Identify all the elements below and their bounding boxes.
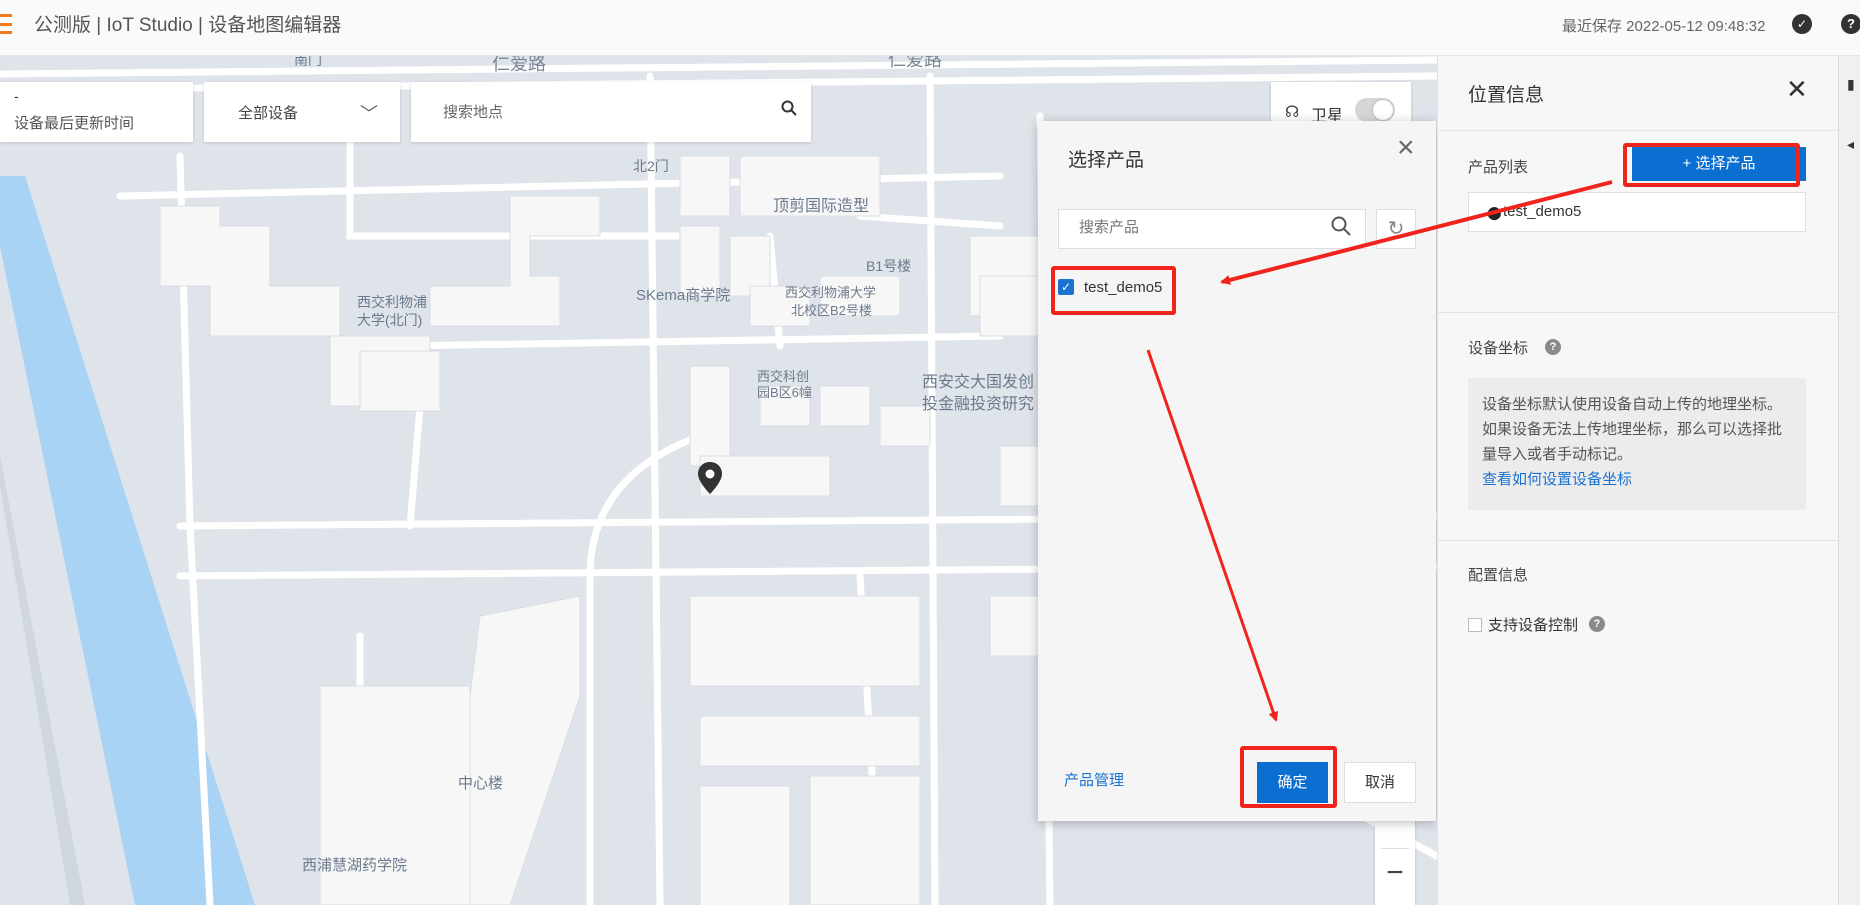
map-label-poi: 西浦慧湖药学院 — [302, 857, 408, 874]
search-icon[interactable] — [781, 100, 797, 121]
device-update-time-filter[interactable]: - 设备最后更新时间 — [0, 82, 193, 142]
satellite-icon: ☊ — [1285, 104, 1300, 121]
map-label-poi: 中心楼 — [458, 775, 504, 792]
map-label-poi: 西交利物浦大学 — [785, 285, 877, 300]
map-label-poi: 北校区B2号楼 — [791, 303, 872, 318]
map-label-poi: 西安交大国发创 — [922, 374, 1035, 391]
refresh-icon[interactable]: ↻ — [1376, 209, 1416, 249]
top-bar: 公测版 | IoT Studio | 设备地图编辑器 最近保存 2022-05-… — [0, 0, 1860, 56]
selected-product-tag[interactable]: ⬤ test_demo5 — [1468, 192, 1806, 232]
panel-toggle-icon[interactable]: ▮ — [1847, 76, 1855, 93]
device-location-pin-icon[interactable] — [698, 462, 722, 494]
question-icon[interactable]: ? — [1545, 339, 1561, 355]
app-title: 公测版 | IoT Studio | 设备地图编辑器 — [34, 15, 342, 36]
time-filter-label: 设备最后更新时间 — [14, 115, 135, 132]
panel-toggle-icon[interactable]: ◂ — [1847, 136, 1854, 153]
panel-title: 位置信息 — [1468, 85, 1545, 106]
map-label-poi: 西交利物浦 — [357, 294, 427, 310]
satellite-toggle[interactable] — [1355, 98, 1395, 122]
zoom-out-button[interactable]: − — [1375, 856, 1415, 890]
dialog-title: 选择产品 — [1068, 150, 1145, 171]
help-icon[interactable]: ? — [1841, 14, 1860, 34]
coord-help-link[interactable]: 查看如何设置设备坐标 — [1482, 467, 1792, 492]
config-info-label: 配置信息 — [1468, 567, 1529, 584]
support-control-checkbox[interactable]: 支持设备控制 — [1468, 614, 1578, 635]
location-pin-icon: ⬤ — [1487, 205, 1502, 220]
menu-icon[interactable] — [0, 14, 14, 34]
close-icon[interactable]: ✕ — [1786, 76, 1808, 102]
location-search[interactable] — [411, 82, 811, 142]
coord-info-text: 量导入或者手动标记。 — [1482, 446, 1633, 463]
annotation-highlight — [1623, 143, 1800, 187]
device-filter-value: 全部设备 — [238, 105, 299, 122]
map-label-poi: 顶剪国际造型 — [773, 198, 870, 215]
annotation-highlight — [1240, 746, 1337, 808]
close-icon[interactable]: × — [1397, 133, 1415, 163]
map-label-poi: SKema商学院 — [636, 287, 731, 304]
map-label-south-gate: 南门 — [294, 56, 322, 68]
save-check-icon[interactable]: ✓ — [1792, 14, 1812, 34]
product-list-label: 产品列表 — [1468, 159, 1529, 176]
time-filter-value: - — [14, 88, 19, 104]
map-label-poi: 园B区6幢 — [757, 385, 812, 400]
coord-info-text: 如果设备无法上传地理坐标，那么可以选择批 — [1482, 421, 1783, 438]
question-icon[interactable]: ? — [1589, 616, 1605, 632]
annotation-highlight — [1051, 266, 1176, 315]
map-label-poi: B1号楼 — [866, 258, 912, 274]
coord-info-text: 设备坐标默认使用设备自动上传的地理坐标。 — [1482, 396, 1783, 413]
save-status: 最近保存 2022-05-12 09:48:32 — [1562, 18, 1766, 35]
cancel-button[interactable]: 取消 — [1344, 762, 1416, 803]
map-label-poi: 投金融投资研究 — [922, 396, 1035, 413]
device-coord-label: 设备坐标 — [1468, 340, 1529, 357]
map-label-poi: 大学(北门) — [357, 312, 423, 328]
map-label-north-gate: 北2门 — [633, 158, 669, 174]
chevron-down-icon: ﹀ — [360, 104, 378, 124]
location-search-input[interactable] — [443, 100, 763, 124]
device-filter-select[interactable]: 全部设备 ﹀ — [204, 82, 400, 142]
right-edge-toolbar: ▮ ◂ — [1838, 56, 1860, 905]
product-manage-link[interactable]: 产品管理 — [1064, 769, 1124, 790]
search-icon[interactable] — [1331, 216, 1351, 242]
selected-product-name: test_demo5 — [1503, 203, 1582, 220]
support-control-label: 支持设备控制 — [1488, 617, 1579, 634]
checkbox[interactable] — [1468, 617, 1482, 632]
map-label-road: 仁爱路 — [888, 56, 942, 70]
map-label-road: 仁爱路 — [492, 56, 546, 74]
coord-info-box: 设备坐标默认使用设备自动上传的地理坐标。 如果设备无法上传地理坐标，那么可以选择… — [1468, 378, 1806, 510]
product-search-input[interactable] — [1079, 219, 1319, 236]
select-product-dialog: 选择产品 × ↻ ✓ test_demo5 产品管理 确定 取消 — [1038, 121, 1436, 821]
product-search[interactable] — [1058, 209, 1366, 249]
